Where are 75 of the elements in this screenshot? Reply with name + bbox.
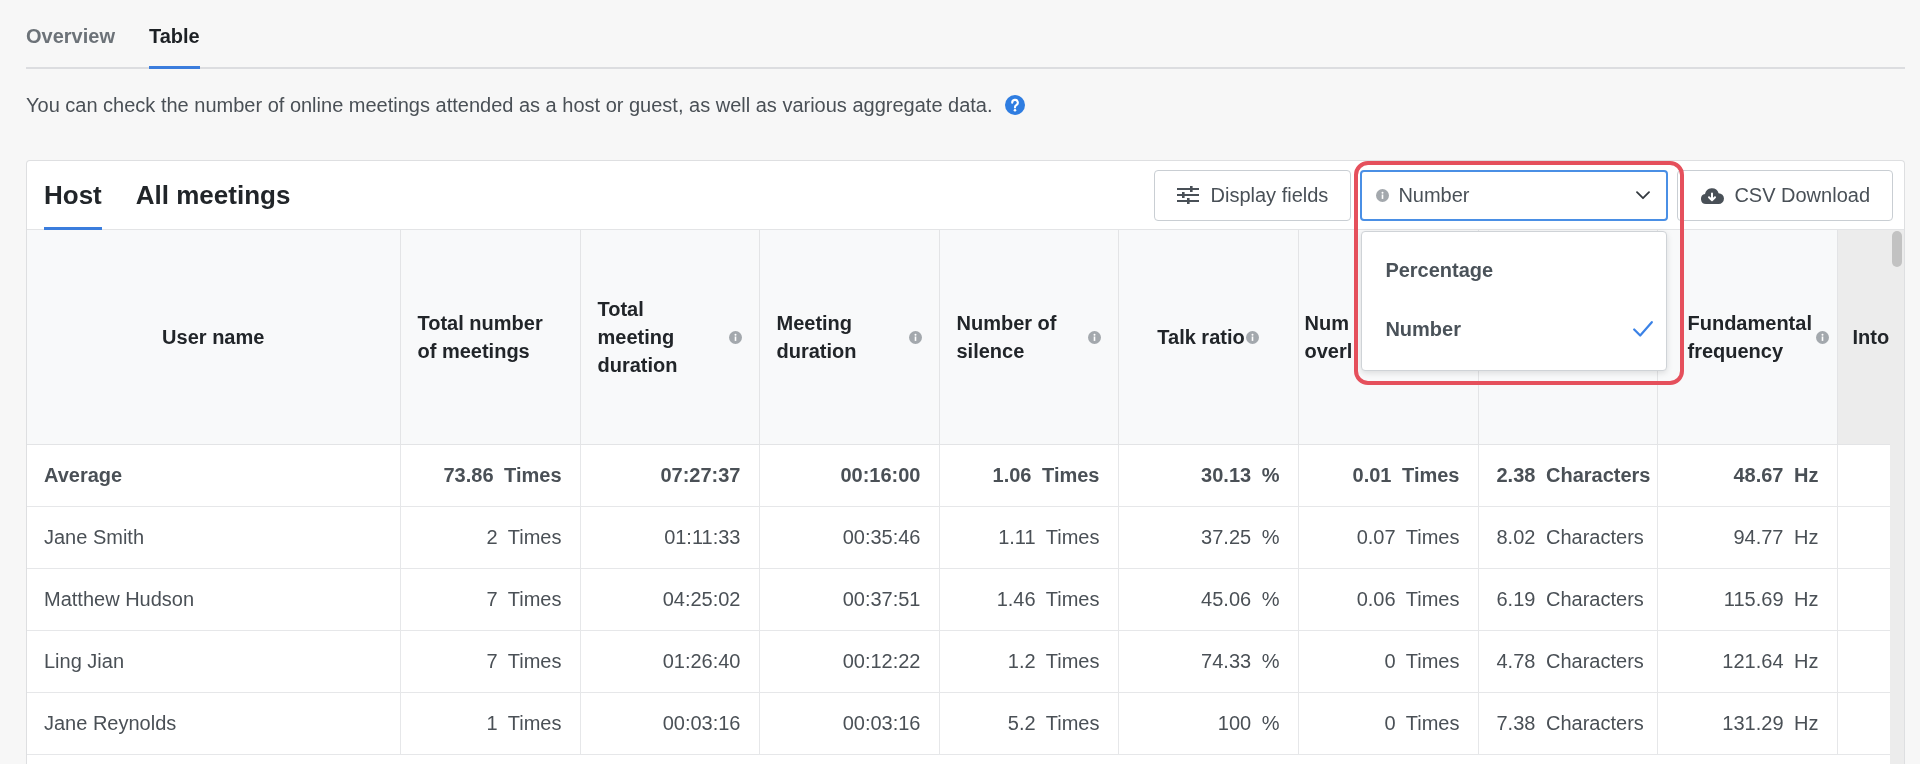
table-cell: 00:35:46 <box>759 506 939 569</box>
table-cell: 8.02 Characters <box>1478 506 1657 569</box>
table-cell: 73.86 Times <box>400 444 580 507</box>
table-cell: 115.69 Hz <box>1657 568 1837 631</box>
page-tab[interactable]: Overview <box>26 0 115 69</box>
table-cell: 00:12:22 <box>759 630 939 693</box>
table-cell: 1.06 Times <box>939 444 1118 507</box>
info-icon <box>1376 188 1390 202</box>
scrollbar[interactable] <box>1890 230 1904 764</box>
table-cell: 00:03:16 <box>759 692 939 755</box>
table-cell: 1.2 Times <box>939 630 1118 693</box>
table-cell: 45.06 % <box>1118 568 1298 631</box>
table-cell: 00:16:00 <box>759 444 939 507</box>
table-cell: 2 Times <box>400 506 580 569</box>
table-cell: 4.78 Characters <box>1478 630 1657 693</box>
table-cell: 0.01 Times <box>1298 444 1478 507</box>
table-cell: 01:26:40 <box>580 630 759 693</box>
description-text: You can check the number of online meetings attended as a host or guest, as well as various aggregate data. <box>26 94 993 116</box>
display-fields-button[interactable]: Display fields <box>1153 169 1352 221</box>
table-cell: 37.25 % <box>1118 506 1298 569</box>
table-cell: Average <box>27 444 400 507</box>
table-cell: 131.29 Hz <box>1657 692 1837 755</box>
column-header: Meeting duration <box>776 311 858 364</box>
table-cell: 04:25:02 <box>580 568 759 631</box>
dropdown-option[interactable]: Number <box>1362 299 1667 359</box>
help-icon[interactable] <box>1004 95 1025 115</box>
table-cell: 6.19 Characters <box>1478 568 1657 631</box>
table-cell: 30.13 % <box>1118 444 1298 507</box>
unit-select[interactable]: Number <box>1360 169 1669 221</box>
dropdown-option[interactable]: Percentage <box>1362 240 1667 300</box>
info-icon[interactable] <box>1245 330 1259 344</box>
column-header: Number of silence <box>956 311 1058 364</box>
table-cell: 7 Times <box>400 630 580 693</box>
table-cell: 1.46 Times <box>939 568 1118 631</box>
column-header: Total meeting duration <box>597 297 679 378</box>
table-cell: 0 Times <box>1298 692 1478 755</box>
table-cell: 0.07 Times <box>1298 506 1478 569</box>
column-header: Fundamental frequency <box>1687 311 1812 364</box>
cloud-download-icon <box>1700 186 1725 204</box>
table-cell: Matthew Hudson <box>27 568 400 631</box>
column-header: Num overl <box>1304 311 1354 364</box>
scrollbar-thumb[interactable] <box>1892 231 1902 267</box>
table-cell: 7.38 Characters <box>1478 692 1657 755</box>
table-cell: 7 Times <box>400 568 580 631</box>
table-cell: Ling Jian <box>27 630 400 693</box>
table-cell: 07:27:37 <box>580 444 759 507</box>
table-cell: 2.38 Characters <box>1478 444 1657 507</box>
table-cell: 5.2 Times <box>939 692 1118 755</box>
table-cell: 1 Times <box>400 692 580 755</box>
info-icon[interactable] <box>728 330 742 344</box>
column-header: Talk ratio <box>1157 325 1245 350</box>
info-icon[interactable] <box>1087 330 1101 344</box>
page-tab[interactable]: Table <box>148 0 200 69</box>
sliders-icon <box>1176 186 1199 204</box>
table-cell: 00:37:51 <box>759 568 939 631</box>
table-cell: 00:03:16 <box>580 692 759 755</box>
column-header: Into <box>1852 325 1890 350</box>
column-header: Total number of meetings <box>417 311 544 364</box>
table-cell: 74.33 % <box>1118 630 1298 693</box>
table-cell: 48.67 Hz <box>1657 444 1837 507</box>
table-cell: 94.77 Hz <box>1657 506 1837 569</box>
view-tab[interactable]: All meetings <box>135 161 291 230</box>
info-icon[interactable] <box>908 330 922 344</box>
info-icon[interactable] <box>1815 330 1829 344</box>
table-cell: 0 Times <box>1298 630 1478 693</box>
table-cell: 100 % <box>1118 692 1298 755</box>
table-cell: Jane Smith <box>27 506 400 569</box>
csv-download-button[interactable]: CSV Download <box>1677 169 1893 221</box>
table-cell: 01:11:33 <box>580 506 759 569</box>
table-cell: 121.64 Hz <box>1657 630 1837 693</box>
table-cell: 0.06 Times <box>1298 568 1478 631</box>
table-cell: 1.11 Times <box>939 506 1118 569</box>
table-cell: Jane Reynolds <box>27 692 400 755</box>
column-header: User name <box>162 325 265 350</box>
chevron-down-icon <box>1636 190 1651 200</box>
